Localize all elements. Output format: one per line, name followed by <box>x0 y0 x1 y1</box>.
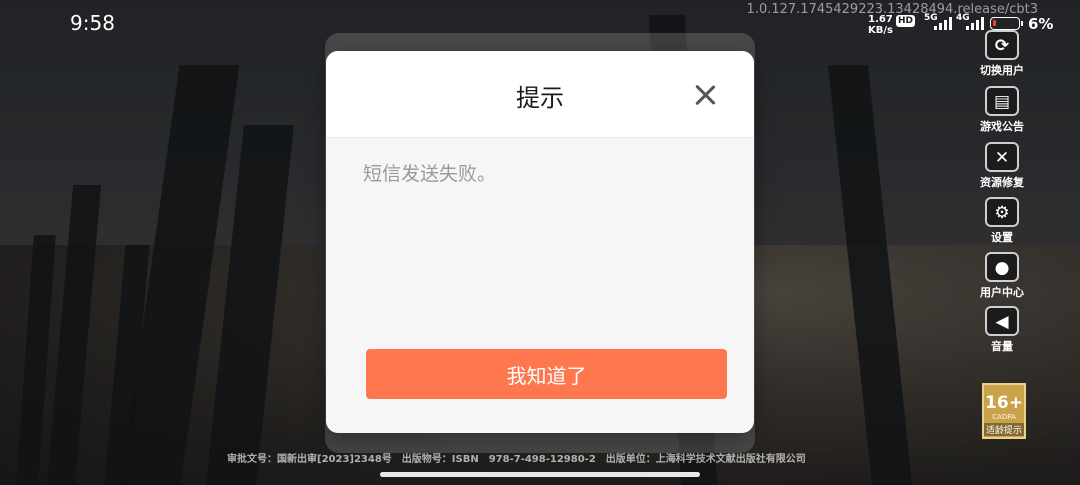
switch-user-icon: ⟳ <box>985 30 1019 60</box>
side-item-repair[interactable]: ✕ 资源修复 <box>970 142 1034 190</box>
side-item-switch-user[interactable]: ⟳ 切换用户 <box>970 30 1034 78</box>
side-item-label: 资源修复 <box>980 176 1024 189</box>
dialog-message: 短信发送失败。 <box>363 163 497 185</box>
side-item-label: 音量 <box>991 340 1013 353</box>
side-item-volume[interactable]: ◀ 音量 <box>970 306 1034 354</box>
side-item-label: 切换用户 <box>980 64 1024 77</box>
signal-4g-icon <box>966 16 984 30</box>
home-indicator[interactable] <box>380 472 700 477</box>
announcement-icon: ▤ <box>985 86 1019 116</box>
age-rating-badge[interactable]: 16+ CADPA 适龄提示 <box>982 383 1026 439</box>
side-item-announcement[interactable]: ▤ 游戏公告 <box>970 86 1034 134</box>
side-item-settings[interactable]: ⚙ 设置 <box>970 197 1034 245</box>
battery-icon <box>990 17 1023 30</box>
confirm-button[interactable]: 我知道了 <box>366 349 727 399</box>
side-item-user-center[interactable]: ● 用户中心 <box>970 252 1034 300</box>
user-icon: ● <box>985 252 1019 282</box>
status-time: 9:58 <box>70 11 115 35</box>
hd-voice-icon: HD <box>896 15 916 27</box>
gear-icon: ⚙ <box>985 197 1019 227</box>
network-speed: 1.67 KB/s <box>868 14 893 36</box>
repair-icon: ✕ <box>985 142 1019 172</box>
side-item-label: 用户中心 <box>980 286 1024 299</box>
dialog-title: 提示 <box>516 84 564 112</box>
signal-5g-icon <box>934 16 952 30</box>
network-speed-unit: KB/s <box>868 25 893 36</box>
close-icon[interactable] <box>692 82 718 108</box>
age-rating-org: CADPA <box>992 413 1016 421</box>
age-rating-label: 适龄提示 <box>984 423 1024 436</box>
side-item-label: 游戏公告 <box>980 120 1024 133</box>
speaker-icon: ◀ <box>985 306 1019 336</box>
alert-dialog: 提示 短信发送失败。 我知道了 <box>326 51 754 433</box>
dialog-header: 提示 <box>326 51 754 138</box>
side-item-label: 设置 <box>991 231 1013 244</box>
age-rating-number: 16+ <box>985 393 1023 413</box>
network-speed-value: 1.67 <box>868 14 893 25</box>
